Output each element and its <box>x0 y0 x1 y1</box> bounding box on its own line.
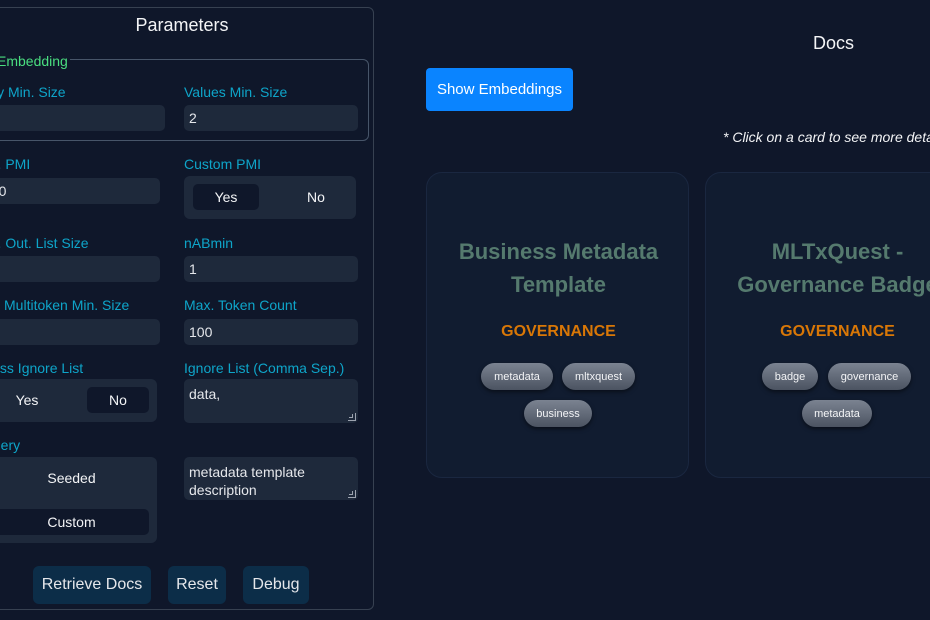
bypass-ignore-list-yes-button[interactable]: Yes <box>0 387 60 413</box>
key-min-size-label: Key Min. Size <box>0 84 66 100</box>
ext-multitoken-min-size-input[interactable] <box>0 319 160 345</box>
max-token-count-input[interactable]: 100 <box>184 319 358 345</box>
docs-title: Docs <box>813 33 855 53</box>
nabmin-label: nABmin <box>184 235 234 251</box>
custom-pmi-no-button[interactable]: No <box>283 184 349 210</box>
doc-card-title: MLTxQuest - Governance Badge <box>737 239 930 297</box>
doc-card[interactable]: MLTxQuest - Governance Badge GOVERNANCE … <box>705 172 930 478</box>
key-min-size-input[interactable]: 2 <box>0 105 165 131</box>
values-min-size-label: Values Min. Size <box>184 84 288 100</box>
min-out-list-size-label: Min. Out. List Size <box>0 235 89 251</box>
resize-handle-icon[interactable] <box>348 490 356 498</box>
debug-button[interactable]: Debug <box>243 566 309 604</box>
custom-pmi-toggle: Yes No <box>184 176 356 219</box>
query-text-value: metadata template description <box>189 464 305 498</box>
ignore-list-value: data, <box>189 386 221 402</box>
query-custom-button[interactable]: Custom <box>0 509 149 535</box>
resize-handle-icon[interactable] <box>348 413 356 421</box>
ignore-list-label: Ignore List (Comma Sep.) <box>184 360 345 376</box>
min-pmi-label: Min. PMI <box>0 156 31 172</box>
doc-card-tag: metadata <box>802 400 872 427</box>
parameters-title: Parameters <box>135 15 229 35</box>
custom-pmi-yes-button[interactable]: Yes <box>193 184 259 210</box>
ignore-list-textarea[interactable]: data, <box>184 379 358 423</box>
embedding-legend: Embedding <box>0 53 70 69</box>
ext-multitoken-min-size-label: Ext. Multitoken Min. Size <box>0 297 130 313</box>
custom-pmi-label: Custom PMI <box>184 156 262 172</box>
values-min-size-input[interactable]: 2 <box>184 105 358 131</box>
doc-card-tag: metadata <box>481 363 553 390</box>
min-out-list-size-input[interactable] <box>0 256 160 282</box>
doc-card-category: GOVERNANCE <box>780 323 895 340</box>
query-seeded-button[interactable]: Seeded <box>0 465 149 491</box>
query-textarea[interactable]: metadata template description <box>184 457 358 500</box>
bypass-ignore-list-label: Bypass Ignore List <box>0 360 84 376</box>
min-pmi-input[interactable]: 100 <box>0 178 160 204</box>
nabmin-input[interactable]: 1 <box>184 256 358 282</box>
max-token-count-label: Max. Token Count <box>184 297 297 313</box>
doc-card-tag: mltxquest <box>562 363 635 390</box>
retrieve-docs-button[interactable]: Retrieve Docs <box>33 566 151 604</box>
bypass-ignore-list-no-button[interactable]: No <box>87 387 149 413</box>
doc-card-tag: governance <box>828 363 911 390</box>
doc-card-category: GOVERNANCE <box>501 323 616 340</box>
show-embeddings-button[interactable]: Show Embeddings <box>426 68 573 111</box>
bypass-ignore-list-toggle: Yes No <box>0 379 157 422</box>
doc-card-tag: badge <box>762 363 818 390</box>
doc-card-tag: business <box>524 400 592 427</box>
query-toggle: Seeded Custom <box>0 457 157 543</box>
reset-button[interactable]: Reset <box>168 566 226 604</box>
query-label: Query <box>0 437 21 453</box>
click-hint: * Click on a card to see more details <box>723 129 930 145</box>
doc-card[interactable]: Business Metadata Template GOVERNANCE me… <box>426 172 689 478</box>
doc-card-title: Business Metadata Template <box>458 239 659 297</box>
